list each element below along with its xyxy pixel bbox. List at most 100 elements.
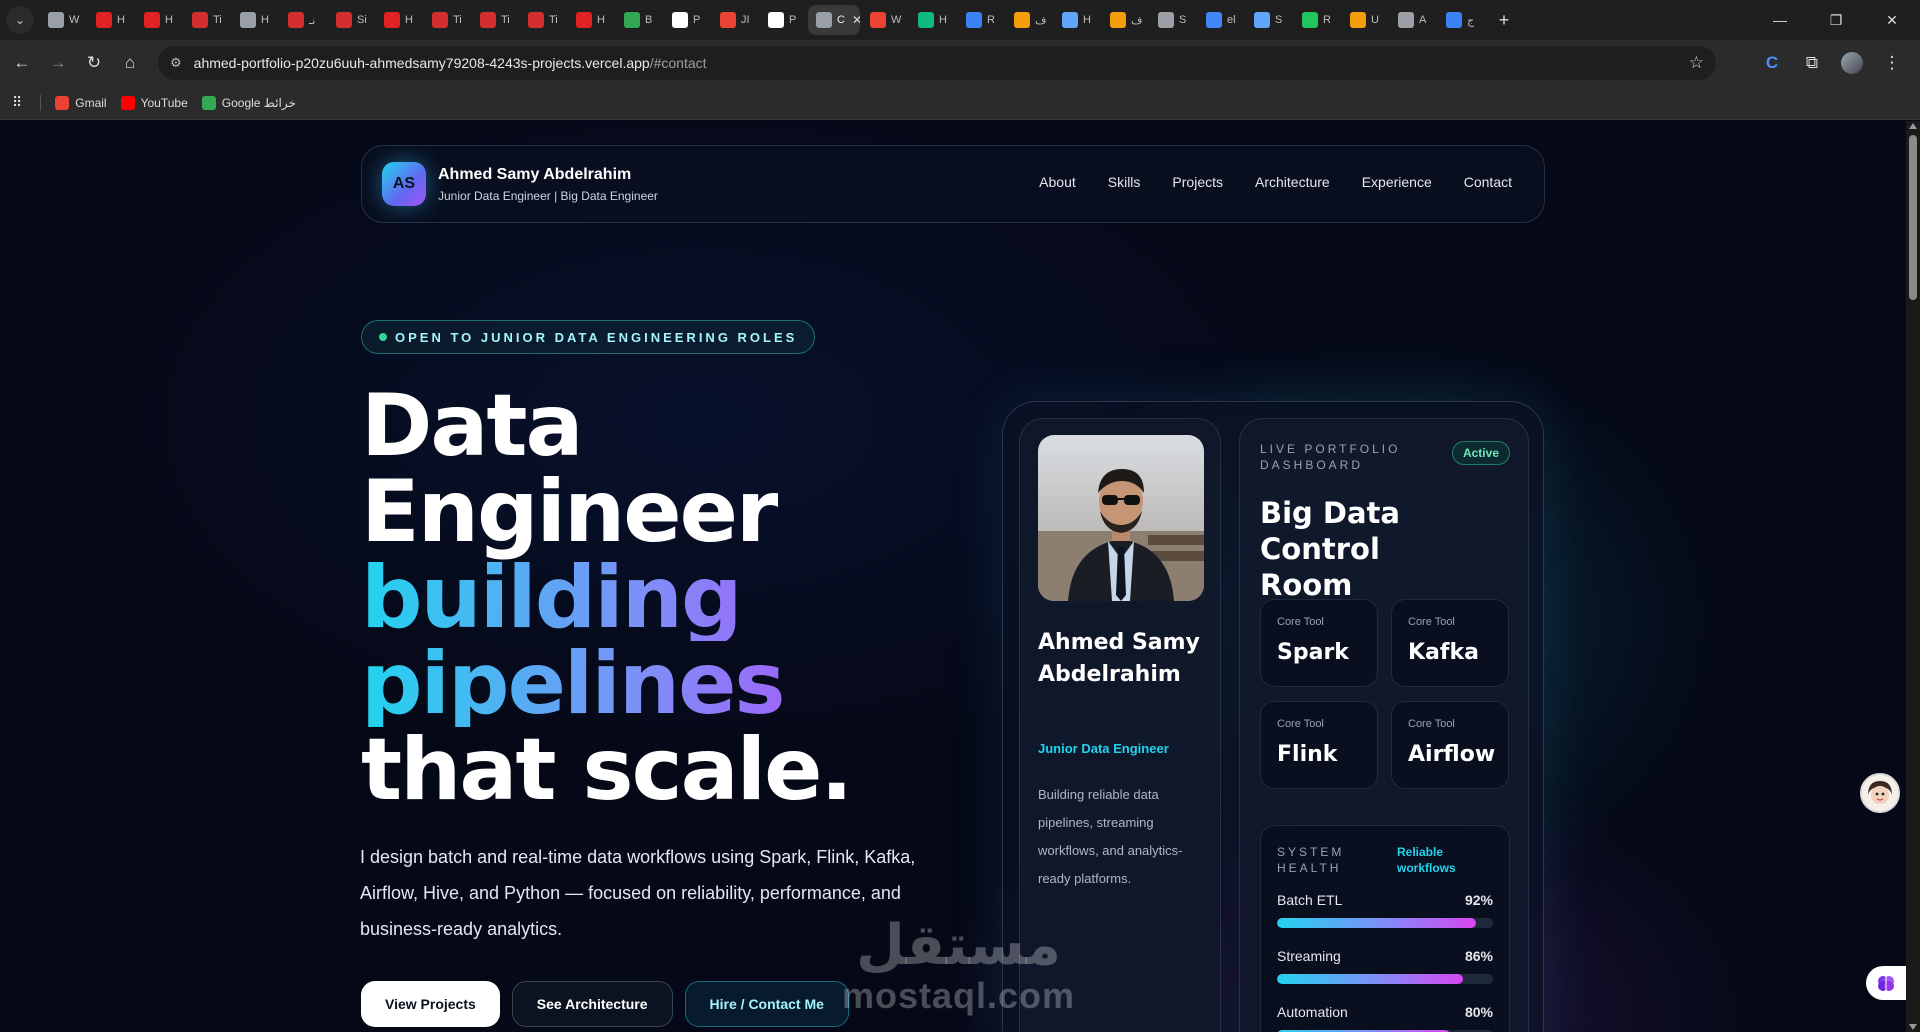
logo-badge[interactable]: AS: [382, 162, 426, 206]
browser-tab[interactable]: S: [1150, 5, 1196, 35]
browser-tab[interactable]: H: [910, 5, 956, 35]
bookmark-item[interactable]: Google خرائط: [201, 95, 296, 110]
nav-link-contact[interactable]: Contact: [1464, 174, 1512, 190]
floating-assistant-avatar[interactable]: [1860, 773, 1900, 813]
browser-tab[interactable]: H: [232, 5, 278, 35]
browser-tab[interactable]: ف: [1006, 5, 1052, 35]
scroll-thumb[interactable]: [1909, 135, 1917, 300]
huawei-icon: [144, 12, 160, 28]
scroll-down-icon[interactable]: [1909, 1024, 1917, 1030]
nav-link-about[interactable]: About: [1039, 174, 1076, 190]
browser-tab[interactable]: H: [568, 5, 614, 35]
browser-tab[interactable]: W: [40, 5, 86, 35]
nav-link-architecture[interactable]: Architecture: [1255, 174, 1330, 190]
tab-title: Si: [357, 14, 367, 26]
new-tab-button[interactable]: +: [1490, 6, 1518, 34]
close-window-icon[interactable]: ✕: [1864, 0, 1920, 40]
browser-tab[interactable]: H: [1054, 5, 1100, 35]
home-icon[interactable]: ⌂: [112, 45, 148, 81]
tab-icon: [1062, 12, 1078, 28]
browser-tab[interactable]: R: [1294, 5, 1340, 35]
hero-line-4: pipelines: [361, 641, 851, 727]
bookmark-item[interactable]: Gmail: [55, 95, 107, 110]
scroll-up-icon[interactable]: [1909, 123, 1917, 129]
bookmark-star-icon[interactable]: ☆: [1689, 53, 1704, 73]
address-bar[interactable]: ⚙ ahmed-portfolio-p20zu6uuh-ahmedsamy792…: [158, 46, 1716, 80]
browser-tab[interactable]: R: [958, 5, 1004, 35]
browser-tab[interactable]: B: [616, 5, 662, 35]
chrome-menu-icon[interactable]: ⋮: [1874, 45, 1910, 81]
nav-link-skills[interactable]: Skills: [1108, 174, 1141, 190]
metric-streaming: Streaming 86%: [1277, 948, 1493, 984]
gear-icon: [1254, 12, 1270, 28]
browser-tab[interactable]: A: [1390, 5, 1436, 35]
tab-title: H: [405, 14, 413, 26]
tool-card-airflow: Core Tool Airflow: [1391, 701, 1509, 789]
tab-list: W H H Ti H نـ Si H Ti Ti Ti H B P JI P C ✕ W H R ف H ف Sel S R U A ج: [40, 5, 1484, 35]
browser-tab[interactable]: W: [862, 5, 908, 35]
extension-c-icon[interactable]: C: [1754, 45, 1790, 81]
floating-ai-brain-icon[interactable]: [1866, 966, 1906, 1000]
metric-name: Batch ETL: [1277, 892, 1343, 908]
tab-icon: [918, 12, 934, 28]
browser-tab[interactable]: ج: [1438, 5, 1484, 35]
huawei-icon: [384, 12, 400, 28]
browser-tab[interactable]: H: [136, 5, 182, 35]
tab-close-icon[interactable]: ✕: [852, 13, 860, 27]
bookmark-item[interactable]: YouTube: [120, 95, 188, 110]
tool-card-kafka: Core Tool Kafka: [1391, 599, 1509, 687]
site-navbar: AS Ahmed Samy Abdelrahim Junior Data Eng…: [361, 145, 1545, 223]
browser-tab[interactable]: نـ: [280, 5, 326, 35]
hero-line-5: that scale.: [361, 720, 853, 820]
restore-icon[interactable]: ❐: [1808, 0, 1864, 40]
gmail-icon: [720, 12, 736, 28]
site-info-icon[interactable]: ⚙: [170, 55, 182, 71]
browser-tab[interactable]: ف: [1102, 5, 1148, 35]
browser-tab[interactable]: U: [1342, 5, 1388, 35]
browser-tab[interactable]: H: [88, 5, 134, 35]
apps-grid-icon[interactable]: ⠿: [12, 94, 22, 111]
browser-tab[interactable]: P: [760, 5, 806, 35]
huawei-icon: [96, 12, 112, 28]
watermark-arabic: مستقل: [856, 913, 1061, 978]
see-architecture-button[interactable]: See Architecture: [511, 981, 673, 1027]
browser-tab[interactable]: JI: [712, 5, 758, 35]
nav-link-experience[interactable]: Experience: [1362, 174, 1432, 190]
bookmark-label: Google خرائط: [221, 95, 296, 110]
browser-tab[interactable]: Ti: [424, 5, 470, 35]
tab-icon: [1014, 12, 1030, 28]
browser-tab[interactable]: Ti: [472, 5, 518, 35]
tab-title: W: [891, 14, 902, 26]
tab-title: R: [1323, 14, 1331, 26]
back-icon[interactable]: ←: [4, 45, 40, 81]
profile-avatar[interactable]: [1834, 45, 1870, 81]
metric-batch-etl: Batch ETL 92%: [1277, 892, 1493, 928]
tab-search-icon[interactable]: ⌄: [6, 6, 34, 34]
browser-tab[interactable]: el: [1198, 5, 1244, 35]
browser-tab[interactable]: Ti: [520, 5, 566, 35]
hire-contact-button[interactable]: Hire / Contact Me: [684, 981, 849, 1027]
view-projects-button[interactable]: View Projects: [361, 981, 500, 1027]
metric-name: Streaming: [1277, 948, 1341, 964]
brand: Ahmed Samy Abdelrahim Junior Data Engine…: [438, 166, 658, 203]
browser-tab[interactable]: Si: [328, 5, 374, 35]
browser-tab[interactable]: H: [376, 5, 422, 35]
profile-name: Ahmed Samy Abdelrahim: [1038, 630, 1200, 687]
watermark-latin: mostaql.com: [842, 975, 1076, 1016]
browser-tab[interactable]: S: [1246, 5, 1292, 35]
extensions-puzzle-icon[interactable]: ⧉: [1794, 45, 1830, 81]
browser-tab[interactable]: Ti: [184, 5, 230, 35]
page-scrollbar[interactable]: [1906, 121, 1920, 1032]
tab-title: H: [261, 14, 269, 26]
browser-tab[interactable]: C ✕: [808, 5, 860, 35]
nav-link-projects[interactable]: Projects: [1172, 174, 1223, 190]
hero-title: Data Engineer building pipelines that sc…: [361, 383, 853, 820]
tab-title: H: [117, 14, 125, 26]
browser-tab[interactable]: P: [664, 5, 710, 35]
url-host: ahmed-portfolio-p20zu6uuh-ahmedsamy79208…: [193, 55, 650, 71]
maps-icon: [201, 95, 216, 110]
reload-icon[interactable]: ↻: [76, 45, 112, 81]
forward-icon[interactable]: →: [40, 45, 76, 81]
minimize-icon[interactable]: —: [1752, 0, 1808, 40]
tab-icon: [624, 12, 640, 28]
